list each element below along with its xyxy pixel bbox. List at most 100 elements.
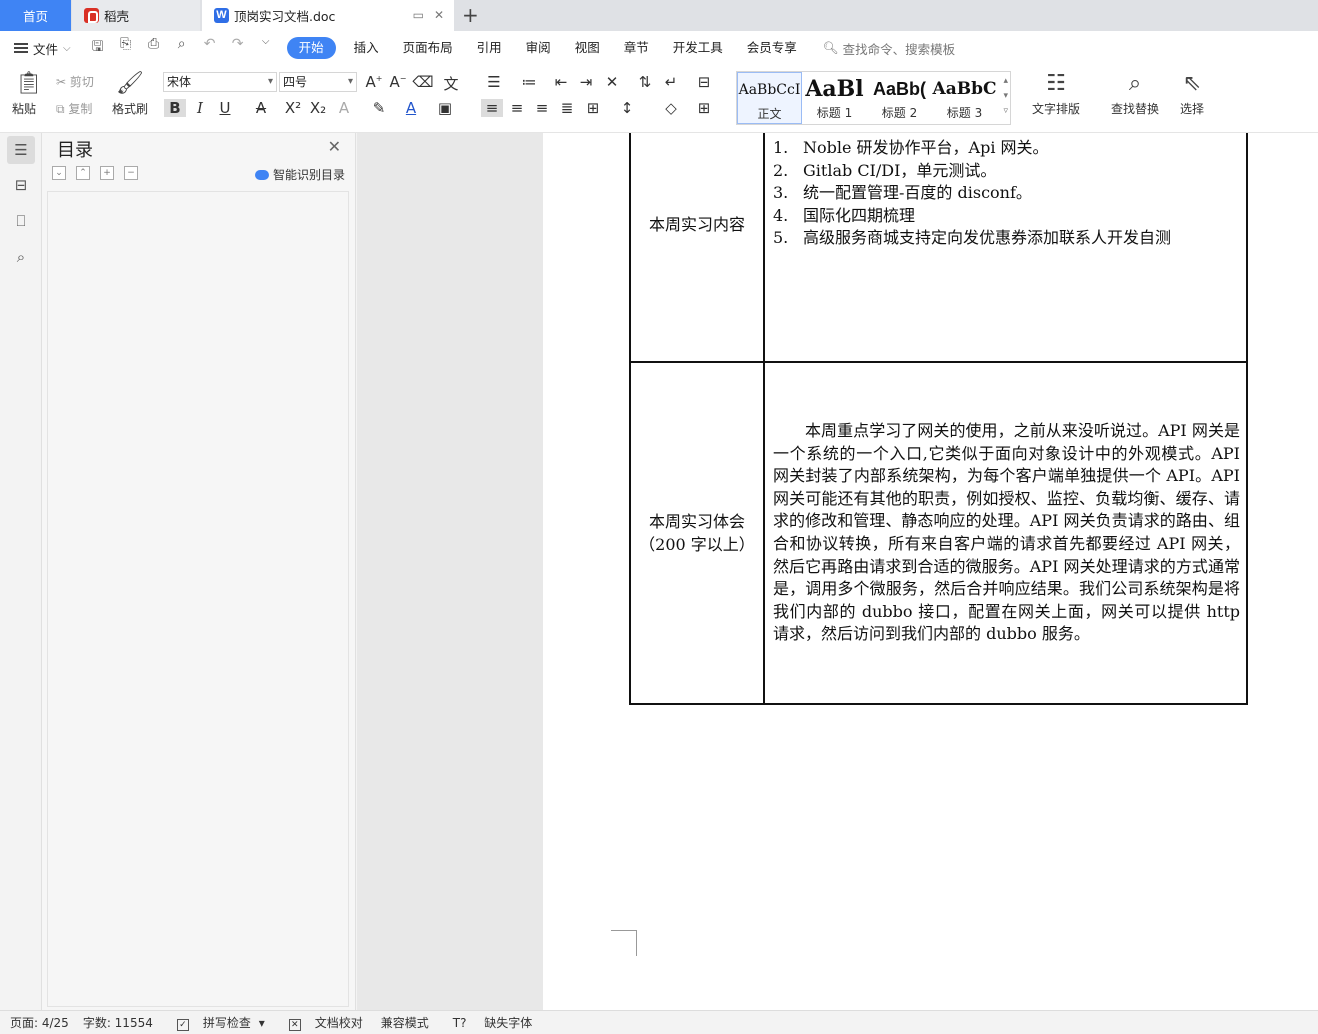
bookmark-nav-icon[interactable]: ⎕ (7, 207, 35, 235)
document-page[interactable]: 本周实习内容 1. Noble 研发协作平台，Api 网关。 2. Gitlab C… (543, 133, 1318, 1010)
redo-icon[interactable]: ↷ (229, 36, 247, 60)
font-name-select[interactable]: 宋体 (163, 72, 277, 92)
window-mode-icon[interactable]: ▭ (413, 8, 424, 22)
tab-developer[interactable]: 开发工具 (661, 37, 735, 59)
decrease-indent-icon[interactable]: ⇤ (550, 73, 572, 91)
tab-document[interactable]: W 顶岗实习文档.doc ▭ ✕ (202, 0, 454, 31)
remove-level-icon[interactable]: − (124, 166, 138, 180)
borders-icon[interactable]: ⊞ (693, 99, 715, 117)
file-menu[interactable]: 文件 ⌵ (14, 39, 71, 58)
underline-button[interactable]: U (214, 99, 236, 117)
word-count[interactable]: 字数: 11554 (83, 1014, 153, 1031)
add-level-icon[interactable]: + (100, 166, 114, 180)
weekly-content-cell[interactable]: 1. Noble 研发协作平台，Api 网关。 2. Gitlab CI/DI，单元… (763, 133, 1248, 363)
document-area[interactable]: 本周实习内容 1. Noble 研发协作平台，Api 网关。 2. Gitlab C… (357, 133, 1318, 1010)
format-painter-button[interactable]: 🖌︎ 格式刷 (110, 71, 150, 117)
tab-references[interactable]: 引用 (465, 37, 514, 59)
superscript-button[interactable]: X² (282, 99, 304, 117)
distribute-icon[interactable]: ⊞ (582, 99, 604, 117)
tab-home[interactable]: 首页 (0, 0, 71, 31)
ribbon-tabs: 开始 插入 页面布局 引用 审阅 视图 章节 开发工具 会员专享 (286, 37, 809, 59)
copy-label: 复制 (68, 102, 93, 116)
toc-list (47, 191, 349, 1007)
left-navigation: ☰ ⊟ ⎕ ⌕ (0, 133, 42, 1010)
clear-format-icon[interactable]: ⌫ (412, 73, 434, 91)
close-tab-icon[interactable]: ✕ (434, 8, 444, 22)
toc-nav-icon[interactable]: ☰ (7, 136, 35, 164)
text-direction-icon[interactable]: ⇅ (634, 73, 656, 91)
justify-icon[interactable]: ≣ (556, 99, 578, 117)
expand-icon[interactable]: ⌄ (52, 166, 66, 180)
search-nav-icon[interactable]: ⌕ (7, 243, 35, 271)
page-indicator[interactable]: 页面: 4/25 (10, 1014, 69, 1031)
gallery-scroll-icon[interactable]: ▴ ▾ ▿ (1003, 74, 1008, 119)
style-heading-2[interactable]: AaBb( 标题 2 (867, 72, 932, 124)
tab-member[interactable]: 会员专享 (735, 37, 809, 59)
doc-check-button[interactable]: ✕ 文档校对 (279, 1014, 367, 1031)
export-pdf-icon[interactable]: ⎘ (117, 36, 135, 60)
find-replace-button[interactable]: ⌕ 查找替换 (1104, 71, 1166, 117)
row-label-reflection[interactable]: 本周实习体会 （200 字以上） (629, 361, 765, 705)
style-normal[interactable]: AaBbCcI 正文 (737, 72, 802, 124)
missing-font-button[interactable]: T? 缺失字体 (443, 1014, 537, 1031)
toc-title: 目录 (57, 140, 93, 161)
style-heading-1[interactable]: AaBl 标题 1 (802, 72, 867, 124)
italic-button[interactable]: I (189, 99, 211, 117)
subscript-button[interactable]: X₂ (307, 99, 329, 117)
bullet-list-icon[interactable]: ☰ (483, 73, 505, 91)
search-icon: 🔍︎ (822, 40, 839, 55)
tab-daoke[interactable]: 稻壳 (72, 0, 200, 31)
text-layout-icon: ☷ (1046, 71, 1066, 96)
tab-section[interactable]: 章节 (612, 37, 661, 59)
toc-panel: 目录 ✕ ⌄ ⌃ + − 智能识别目录 (42, 133, 356, 1010)
tab-home-label: 首页 (22, 9, 48, 24)
show-marks-icon[interactable]: ↵ (660, 73, 682, 91)
command-search[interactable]: 🔍︎ 查找命令、搜索模板 (823, 39, 955, 58)
chapter-nav-icon[interactable]: ⊟ (7, 171, 35, 199)
print-icon[interactable]: ⎙ (145, 36, 163, 60)
highlight-icon[interactable]: ✎ (368, 99, 390, 117)
cut-button[interactable]: ✂ 剪切 (56, 73, 94, 90)
smart-toc-button[interactable]: 智能识别目录 (254, 166, 345, 183)
tab-insert[interactable]: 插入 (342, 37, 391, 59)
shading-icon[interactable]: ◇ (660, 99, 682, 117)
align-left-icon[interactable]: ≡ (481, 99, 503, 117)
close-icon[interactable]: ✕ (328, 137, 341, 156)
align-center-icon[interactable]: ≡ (506, 99, 528, 117)
paste-button[interactable]: 📋︎ 粘贴 (12, 71, 46, 117)
font-size-select[interactable]: 四号 (279, 72, 357, 92)
row-label-content[interactable]: 本周实习内容 (629, 133, 765, 363)
select-button[interactable]: ⇖ 选择 (1172, 71, 1212, 117)
weekly-reflection-cell[interactable]: 本周重点学习了网关的使用，之前从来没听说过。API 网关是一个系统的一个入口,它… (763, 361, 1248, 705)
strikethrough-button[interactable]: A (250, 99, 272, 117)
collapse-icon[interactable]: ⌃ (76, 166, 90, 180)
bold-button[interactable]: B (164, 99, 186, 117)
align-right-icon[interactable]: ≡ (531, 99, 553, 117)
increase-indent-icon[interactable]: ⇥ (575, 73, 597, 91)
tab-page-layout[interactable]: 页面布局 (391, 37, 465, 59)
line-spacing-icon[interactable]: ↕ (616, 99, 638, 117)
new-tab-button[interactable]: + (462, 3, 479, 27)
tab-review[interactable]: 审阅 (514, 37, 563, 59)
numbered-list-icon[interactable]: ≔ (518, 73, 540, 91)
spell-check-label: 拼写检查 (202, 1016, 251, 1030)
tab-start[interactable]: 开始 (286, 37, 336, 59)
text-layout-button[interactable]: ☷ 文字排版 (1026, 71, 1086, 117)
shrink-font-icon[interactable]: A− (387, 73, 409, 91)
copy-button[interactable]: ⧉ 复制 (56, 100, 92, 117)
grow-font-icon[interactable]: A+ (363, 73, 385, 91)
save-icon[interactable]: 🖫 (89, 36, 107, 60)
tab-view[interactable]: 视图 (563, 37, 612, 59)
style-heading-3[interactable]: AaBbC 标题 3 (932, 72, 997, 124)
tabs-ruler-icon[interactable]: ⊟ (693, 73, 715, 91)
print-preview-icon[interactable]: ⌕ (173, 36, 191, 60)
undo-icon[interactable]: ↶ (201, 36, 219, 60)
spell-check-button[interactable]: ✓ 拼写检查 ▾ (167, 1014, 265, 1031)
chinese-layout-icon[interactable]: ✕ (601, 73, 623, 91)
style-heading-1-label: 标题 1 (816, 106, 853, 120)
quick-access-dropdown-icon[interactable]: ⌵ (257, 36, 275, 60)
pinyin-guide-icon[interactable]: 文 (440, 73, 462, 94)
text-effect-button[interactable]: A (333, 99, 355, 117)
char-border-icon[interactable]: ▣ (434, 99, 456, 117)
font-color-button[interactable]: A (400, 99, 422, 117)
